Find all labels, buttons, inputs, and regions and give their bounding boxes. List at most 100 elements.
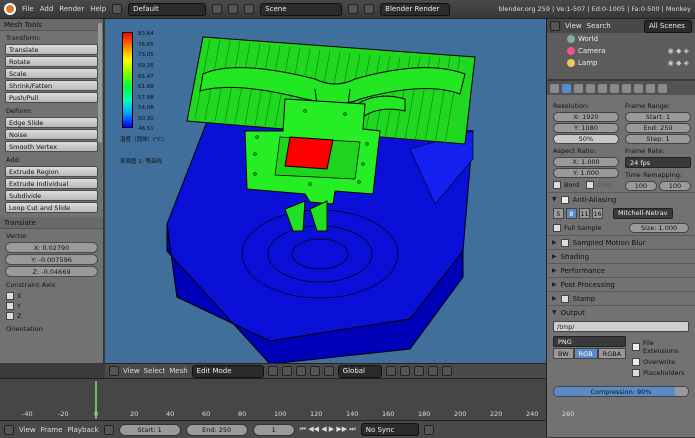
outliner-editor-icon[interactable]: [550, 21, 560, 31]
resolution-y-field[interactable]: Y: 1080: [553, 123, 619, 133]
file-extensions-checkbox[interactable]: File Extensions: [632, 339, 689, 355]
panel-post-processing[interactable]: ▶ Post Processing: [547, 277, 695, 291]
aa-samples-8[interactable]: 8: [566, 208, 577, 219]
sync-mode-selector[interactable]: No Sync: [360, 423, 419, 436]
timeline-end-field[interactable]: End: 250: [185, 423, 248, 436]
frame-start-field[interactable]: Start: 1: [625, 112, 691, 122]
axis-x-checkbox[interactable]: X: [6, 292, 97, 300]
keying-icon[interactable]: [423, 424, 434, 435]
timeline-menu-frame[interactable]: Frame: [41, 426, 63, 434]
shelf-scrollbar[interactable]: [98, 23, 102, 143]
shading-icon[interactable]: [267, 366, 278, 376]
axis-z-checkbox[interactable]: Z: [6, 312, 97, 320]
modifiers-tab-icon[interactable]: [622, 83, 631, 93]
data-tab-icon[interactable]: [634, 83, 643, 93]
visibility-eye-icon[interactable]: ◉ ◆ ◈: [668, 59, 689, 67]
axis-y-checkbox[interactable]: Y: [6, 302, 97, 310]
noise-button[interactable]: Noise: [5, 129, 98, 140]
loop-cut-slide-button[interactable]: Loop Cut and Slide: [5, 202, 98, 213]
snap-icon[interactable]: [441, 366, 452, 376]
translate-button[interactable]: Translate: [5, 44, 98, 55]
scene-tab-icon[interactable]: [574, 83, 583, 93]
smooth-vertex-button[interactable]: Smooth Vertex: [5, 141, 98, 152]
material-tab-icon[interactable]: [646, 83, 655, 93]
menu-select[interactable]: Select: [144, 367, 166, 375]
constraints-tab-icon[interactable]: [610, 83, 619, 93]
fps-selector[interactable]: 24 fps: [625, 157, 691, 168]
aa-filter-selector[interactable]: Mitchell-Netrav: [613, 207, 673, 219]
anti-aliasing-panel[interactable]: ▼ Anti-Aliasing: [547, 192, 695, 206]
color-mode-rgb[interactable]: RGB: [573, 348, 598, 359]
timeline-menu-view[interactable]: View: [19, 426, 36, 434]
visibility-eye-icon[interactable]: ◉ ◆ ◈: [668, 47, 689, 55]
edge-select-icon[interactable]: [413, 366, 424, 376]
mode-selector[interactable]: Edit Mode: [191, 364, 264, 378]
pivot-icon[interactable]: [281, 366, 292, 376]
timeline-start-field[interactable]: Start: 1: [118, 423, 181, 436]
panel-motion-blur[interactable]: ▶ Sampled Motion Blur: [547, 235, 695, 249]
stamp-checkbox[interactable]: [560, 294, 569, 303]
scene-icon[interactable]: [244, 4, 255, 14]
outliner-menu-search[interactable]: Search: [587, 22, 611, 30]
aspect-y-field[interactable]: Y: 1.000: [553, 168, 619, 178]
remove-layout-icon[interactable]: [228, 4, 239, 14]
frame-step-field[interactable]: Step: 1: [625, 134, 691, 144]
blender-logo-icon[interactable]: [4, 3, 16, 15]
world-tab-icon[interactable]: [586, 83, 595, 93]
push-pull-button[interactable]: Push/Pull: [5, 92, 98, 103]
aa-samples-11[interactable]: 11: [579, 208, 590, 219]
timeline-menu-playback[interactable]: Playback: [67, 426, 98, 434]
aspect-x-field[interactable]: X: 1.000: [553, 157, 619, 167]
remap-old-field[interactable]: 100: [625, 181, 657, 191]
3d-viewport[interactable]: 83.64 76.65 73.05 69.26 65.47 61.68 57.8…: [105, 19, 546, 363]
panel-shading[interactable]: ▶ Shading: [547, 249, 695, 263]
color-mode-bw[interactable]: BW: [553, 348, 574, 359]
outliner-item-lamp[interactable]: Lamp ◉ ◆ ◈: [547, 57, 695, 69]
aa-samples-5[interactable]: 5: [553, 208, 564, 219]
outliner-item-camera[interactable]: Camera ◉ ◆ ◈: [547, 45, 695, 57]
remap-new-field[interactable]: 100: [659, 181, 691, 191]
vector-z-field[interactable]: Z: -0.04669: [5, 266, 98, 277]
motion-blur-checkbox[interactable]: [560, 238, 569, 247]
timeline-ruler[interactable]: -40 -20 0 20 40 60 80 100 120 140 160 180 200 220 240 2…: [0, 378, 574, 420]
manipulator-icon[interactable]: [295, 366, 306, 376]
current-frame-field[interactable]: 1: [252, 423, 295, 436]
overwrite-checkbox[interactable]: Overwrite: [632, 358, 689, 366]
vector-y-field[interactable]: Y: -0.007596: [5, 254, 98, 265]
menu-add[interactable]: Add: [40, 5, 54, 13]
layer-icon[interactable]: [385, 366, 396, 376]
panel-output[interactable]: ▼ Output: [547, 305, 695, 319]
menu-mesh[interactable]: Mesh: [169, 367, 187, 375]
output-path-field[interactable]: /tmp/: [553, 321, 689, 332]
menu-file[interactable]: File: [22, 5, 34, 13]
aa-samples-16[interactable]: 16: [592, 208, 603, 219]
render-engine-selector[interactable]: Blender Render: [380, 2, 451, 16]
menu-view[interactable]: View: [123, 367, 140, 375]
add-layout-icon[interactable]: [212, 4, 223, 14]
filter-size-field[interactable]: Size: 1.000: [629, 222, 689, 233]
object-tab-icon[interactable]: [598, 83, 607, 93]
menu-render[interactable]: Render: [59, 5, 84, 13]
scale-button[interactable]: Scale: [5, 68, 98, 79]
compression-slider[interactable]: Compression: 90%: [553, 386, 689, 397]
outliner-item-world[interactable]: World: [547, 33, 695, 45]
outliner-menu-view[interactable]: View: [565, 22, 582, 30]
face-select-icon[interactable]: [427, 366, 438, 376]
vertex-select-icon[interactable]: [399, 366, 410, 376]
vector-x-field[interactable]: X: 0.02790: [5, 242, 98, 253]
color-mode-rgba[interactable]: RGBA: [597, 348, 627, 359]
panel-performance[interactable]: ▶ Performance: [547, 263, 695, 277]
record-icon[interactable]: [103, 424, 114, 435]
layout-selector[interactable]: Default: [128, 2, 207, 16]
edge-slide-button[interactable]: Edge Slide: [5, 117, 98, 128]
frame-end-field[interactable]: End: 250: [625, 123, 691, 133]
translate-manip-icon[interactable]: [309, 366, 320, 376]
texture-tab-icon[interactable]: [658, 83, 667, 93]
anti-aliasing-checkbox[interactable]: [560, 195, 569, 204]
orientation-selector[interactable]: Global: [337, 364, 382, 378]
mesh-tools-header[interactable]: Mesh Tools: [0, 19, 103, 31]
timeline-editor-icon[interactable]: [4, 424, 14, 435]
resolution-percent-field[interactable]: 50%: [553, 134, 619, 144]
panel-stamp[interactable]: ▶ Stamp: [547, 291, 695, 305]
menu-help[interactable]: Help: [90, 5, 106, 13]
